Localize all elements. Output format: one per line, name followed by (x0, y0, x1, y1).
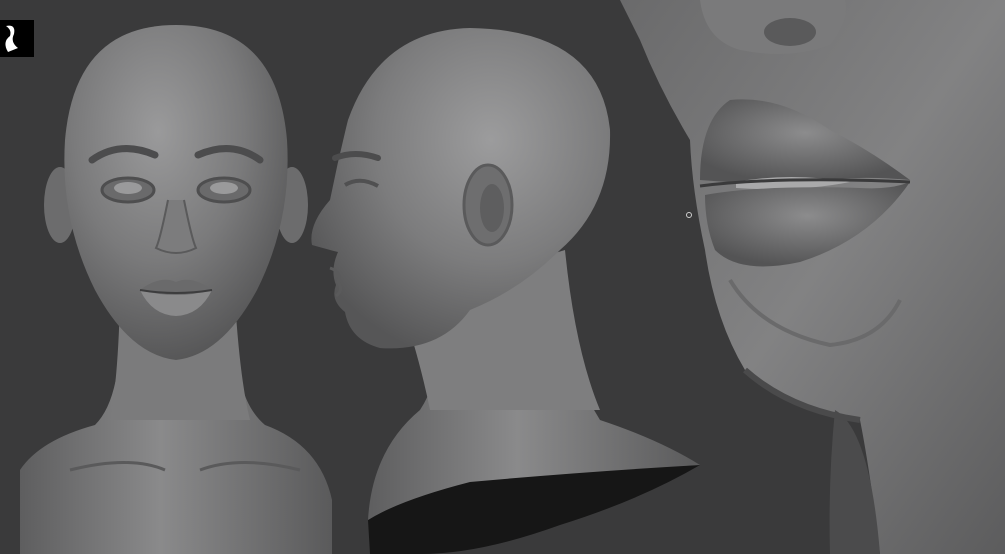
sculpt-render (20, 0, 1005, 554)
render-viewport (0, 0, 1005, 554)
closeup-nostril (764, 18, 816, 46)
profile-view-bust (311, 28, 700, 554)
zbrush-logo-icon (0, 20, 34, 57)
cursor-marker (686, 212, 692, 218)
front-view-bust (20, 25, 332, 554)
